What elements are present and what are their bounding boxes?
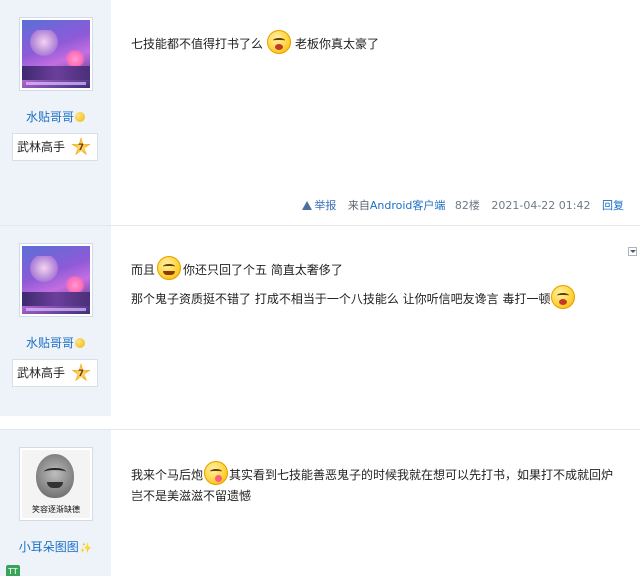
surprised-emoji-icon xyxy=(267,30,292,54)
post-message-line-2: 岂不是美滋滋不留遗憾 xyxy=(131,487,251,504)
post-gap xyxy=(0,416,640,429)
post-reply: 水贴哥哥 武林高手 7 而且 你还只回了个五 简直太奢侈了 那个鬼子资质挺不错了 … xyxy=(0,226,640,416)
message-text-after: 其实看到七技能善恶鬼子的时候我就在想可以先打书，如果打不成就回炉 xyxy=(229,468,614,482)
message-text: 而且 xyxy=(131,263,156,277)
post-82: 水贴哥哥 武林高手 7 七技能都不值得打书了么 老板你真太豪了 举报 来自Andr… xyxy=(0,0,640,226)
client-link[interactable]: Android客户端 xyxy=(370,199,446,212)
avatar-image xyxy=(22,20,90,88)
message-text: 七技能都不值得打书了么 xyxy=(131,37,264,51)
meme-face-icon xyxy=(36,454,74,498)
avatar[interactable] xyxy=(19,243,93,317)
floor-number: 82楼 xyxy=(454,199,480,212)
message-text: 我来个马后炮 xyxy=(131,468,204,482)
author-sidebar: 水贴哥哥 武林高手 7 xyxy=(0,0,111,226)
post-meta: 举报 来自Android客户端 82楼 2021-04-22 01:42 回复 xyxy=(302,197,624,213)
rank-box: 武林高手 7 xyxy=(12,359,98,387)
avatar[interactable] xyxy=(19,17,93,91)
report-button[interactable]: 举报 xyxy=(302,199,336,212)
post-message-line-1: 而且 你还只回了个五 简直太奢侈了 xyxy=(131,256,343,280)
author-sidebar: 笑容逐渐缺德 小耳朵图图✨ TT xyxy=(0,430,111,576)
username-text: 水贴哥哥 xyxy=(25,110,74,124)
username-link[interactable]: 水贴哥哥 xyxy=(0,334,111,351)
level-badge-icon: TT xyxy=(6,565,20,576)
post-content: 七技能都不值得打书了么 老板你真太豪了 举报 来自Android客户端 82楼 2… xyxy=(111,0,640,226)
grin-emoji-icon xyxy=(157,256,182,280)
vip-icon xyxy=(75,338,85,348)
client-prefix: 来自 xyxy=(347,199,370,212)
post-reply: 笑容逐渐缺德 小耳朵图图✨ TT 我来个马后炮 其实看到七技能善恶鬼子的时候我就在… xyxy=(0,429,640,576)
rank-box: 武林高手 7 xyxy=(12,133,98,161)
author-sidebar: 水贴哥哥 武林高手 7 xyxy=(0,226,111,416)
post-content: 我来个马后炮 其实看到七技能善恶鬼子的时候我就在想可以先打书，如果打不成就回炉 岂… xyxy=(111,430,640,576)
username-text: 小耳朵图图 xyxy=(18,540,79,554)
message-text-after: 你还只回了个五 简直太奢侈了 xyxy=(183,263,343,277)
surprised-emoji-icon xyxy=(551,285,576,309)
message-text: 岂不是美滋滋不留遗憾 xyxy=(131,489,252,503)
thread-page: 水贴哥哥 武林高手 7 七技能都不值得打书了么 老板你真太豪了 举报 来自Andr… xyxy=(0,0,640,576)
meme-avatar-image: 笑容逐渐缺德 xyxy=(22,450,90,518)
warning-icon xyxy=(302,201,313,210)
client-source: 来自Android客户端 xyxy=(348,199,446,212)
post-time: 2021-04-22 01:42 xyxy=(491,199,591,212)
avatar[interactable]: 笑容逐渐缺德 xyxy=(19,447,93,521)
post-message-line-1: 我来个马后炮 其实看到七技能善恶鬼子的时候我就在想可以先打书，如果打不成就回炉 xyxy=(131,461,613,485)
post-message-line-2: 那个鬼子资质挺不错了 打成不相当于一个八技能么 让你听信吧友谗言 毒打一顿 xyxy=(131,285,576,309)
collapse-toggle-icon[interactable] xyxy=(628,247,637,256)
post-message: 七技能都不值得打书了么 老板你真太豪了 xyxy=(131,30,379,54)
message-text-after: 老板你真太豪了 xyxy=(295,37,380,51)
rank-star-icon: 7 xyxy=(71,137,91,156)
meme-caption: 笑容逐渐缺德 xyxy=(32,505,80,514)
tongue-emoji-icon xyxy=(204,461,229,485)
message-text: 那个鬼子资质挺不错了 打成不相当于一个八技能么 让你听信吧友谗言 毒打一顿 xyxy=(131,292,551,306)
vip-icon xyxy=(75,112,85,122)
post-content: 而且 你还只回了个五 简直太奢侈了 那个鬼子资质挺不错了 打成不相当于一个八技能么… xyxy=(111,226,640,416)
avatar-image xyxy=(22,246,90,314)
username-link[interactable]: 小耳朵图图✨ xyxy=(0,538,111,555)
report-label: 举报 xyxy=(314,199,337,212)
username-text: 水贴哥哥 xyxy=(25,336,74,350)
rank-label: 武林高手 xyxy=(17,140,66,154)
rank-star-icon: 7 xyxy=(71,363,91,382)
sparkle-icon: ✨ xyxy=(79,543,93,554)
username-link[interactable]: 水贴哥哥 xyxy=(0,108,111,125)
reply-button[interactable]: 回复 xyxy=(602,199,624,212)
rank-label: 武林高手 xyxy=(17,366,66,380)
